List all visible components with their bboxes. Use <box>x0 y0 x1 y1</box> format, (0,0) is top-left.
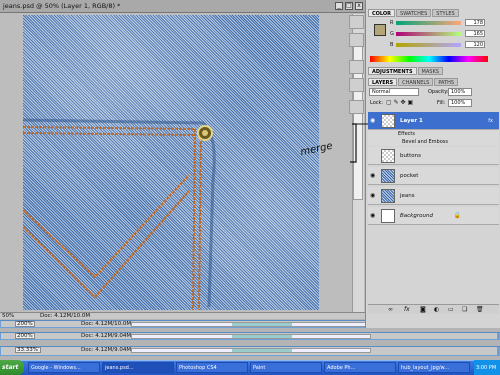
window-zoom: 33.33% <box>17 347 38 353</box>
minimized-window-3[interactable]: 33.33% Doc: 4.12M/9.04M <box>0 346 500 356</box>
layer-row-buttons[interactable]: buttons <box>368 147 499 165</box>
layers-panel-tabs: LAYERS CHANNELS PATHS <box>368 78 459 86</box>
taskbar-item[interactable]: Adobe Ph... <box>324 362 396 373</box>
effects-row[interactable]: Effects <box>368 130 499 138</box>
maximize-button[interactable]: □ <box>345 2 353 10</box>
opacity-label: Opacity: <box>428 89 449 95</box>
layer-thumbnail <box>381 169 395 183</box>
dock-actions-icon[interactable] <box>349 33 364 47</box>
green-label: G <box>390 31 394 37</box>
zoom-level[interactable]: 50% <box>2 313 14 319</box>
doc-size: Doc: 4.12M/10.0M <box>40 313 91 319</box>
close-button[interactable]: x <box>355 2 363 10</box>
blue-slider[interactable] <box>396 43 461 47</box>
eye-icon[interactable]: ◉ <box>370 172 377 179</box>
taskbar-item[interactable]: Photoshop CS4 <box>176 362 248 373</box>
color-spectrum-bar[interactable] <box>370 56 488 62</box>
layer-row-pocket[interactable]: ◉ pocket <box>368 167 499 185</box>
taskbar-item[interactable]: jeans.psd... <box>102 362 174 373</box>
layer-row-background[interactable]: ◉ Background 🔒 <box>368 207 499 225</box>
window-doc-info: Doc: 4.12M/9.04M <box>81 347 132 353</box>
adjustment-icon[interactable]: ◐ <box>434 306 439 313</box>
blend-mode-select[interactable]: Normal <box>369 88 419 96</box>
adjustments-panel-tabs: ADJUSTMENTS MASKS <box>368 67 443 75</box>
dock-history-icon[interactable] <box>349 15 364 29</box>
bevel-emboss-label: Bevel and Emboss <box>402 139 448 145</box>
tab-color[interactable]: COLOR <box>368 9 396 17</box>
tab-channels[interactable]: CHANNELS <box>398 78 434 86</box>
tab-masks[interactable]: MASKS <box>417 67 443 75</box>
layers-bottom-toolbar: ∞ fx ◙ ◐ ▭ ❏ 🗑 <box>368 304 499 314</box>
merge-annotation-text: merge <box>300 141 334 159</box>
lock-label: Lock: <box>370 100 384 106</box>
red-slider[interactable] <box>396 21 461 25</box>
trash-icon[interactable]: 🗑 <box>476 306 484 313</box>
red-value-field[interactable]: 178 <box>465 19 485 26</box>
minimized-window-2[interactable]: 200% Doc: 4.12M/9.04M <box>0 332 500 340</box>
document-status-bar: 50% Doc: 4.12M/10.0M <box>0 312 365 319</box>
tab-swatches[interactable]: SWATCHES <box>396 9 432 17</box>
image-canvas[interactable] <box>23 15 319 310</box>
opacity-field[interactable]: 100% <box>448 88 472 96</box>
window-zoom: 200% <box>17 321 33 327</box>
fill-field[interactable]: 100% <box>448 99 472 107</box>
green-slider-row: G 165 <box>390 30 490 37</box>
start-button[interactable]: start <box>0 360 24 375</box>
layer-name: jeans <box>400 193 415 199</box>
system-clock: 3:00 PM <box>474 360 500 375</box>
blue-value-field[interactable]: 120 <box>465 41 485 48</box>
window-zoom: 200% <box>17 333 33 339</box>
layer-row-jeans[interactable]: ◉ jeans <box>368 187 499 205</box>
jeans-pocket-artwork <box>23 118 216 310</box>
dock-brush-icon[interactable] <box>349 100 364 114</box>
red-label: R <box>390 20 394 26</box>
merge-annotation: merge <box>300 123 368 163</box>
document-title: jeans.psd @ 50% (Layer 1, RGB/8) * <box>3 2 121 10</box>
blue-label: B <box>390 42 394 48</box>
green-slider[interactable] <box>396 32 461 36</box>
layer-thumbnail <box>381 209 395 223</box>
fill-label: Fill: <box>437 100 446 106</box>
color-panel-tabs: COLOR SWATCHES STYLES <box>368 9 459 17</box>
layer-thumbnail <box>381 189 395 203</box>
green-value-field[interactable]: 165 <box>465 30 485 37</box>
layer-name: Layer 1 <box>400 118 423 124</box>
fx-icon[interactable]: fx <box>488 118 493 124</box>
foreground-color-swatch[interactable] <box>374 24 386 36</box>
new-layer-icon[interactable]: ❏ <box>462 306 467 313</box>
fx-button[interactable]: fx <box>404 306 410 313</box>
tab-styles[interactable]: STYLES <box>432 9 459 17</box>
red-slider-row: R 178 <box>390 19 490 26</box>
effects-label: Effects <box>398 131 415 137</box>
layer-thumbnail <box>381 114 395 128</box>
tab-layers[interactable]: LAYERS <box>368 78 398 86</box>
blue-slider-row: B 120 <box>390 41 490 48</box>
tab-adjustments[interactable]: ADJUSTMENTS <box>368 67 417 75</box>
dock-navigator-icon[interactable] <box>349 60 364 74</box>
layer-name: pocket <box>400 173 419 179</box>
window-doc-info: Doc: 4.12M/9.04M <box>81 333 132 339</box>
mask-icon[interactable]: ◙ <box>420 306 426 313</box>
bevel-emboss-row[interactable]: Bevel and Emboss <box>368 138 499 146</box>
layer-name: buttons <box>400 153 422 159</box>
taskbar-item[interactable]: Google - Windows... <box>28 362 100 373</box>
link-icon[interactable]: ∞ <box>388 306 393 313</box>
document-title-bar[interactable]: jeans.psd @ 50% (Layer 1, RGB/8) * _ □ x <box>0 0 365 13</box>
layer-row-layer-1[interactable]: ◉ Layer 1 fx <box>368 112 499 130</box>
lock-icon: 🔒 <box>453 212 461 219</box>
tab-paths[interactable]: PATHS <box>434 78 459 86</box>
layer-thumbnail <box>381 149 395 163</box>
folder-icon[interactable]: ▭ <box>448 306 454 313</box>
minimize-button[interactable]: _ <box>335 2 343 10</box>
lock-icons[interactable]: ▢ ✎ ✥ ▣ <box>386 99 413 106</box>
window-doc-info: Doc: 4.12M/10.0M <box>81 321 132 327</box>
eye-icon[interactable]: ◉ <box>370 212 377 219</box>
eye-icon[interactable]: ◉ <box>370 192 377 199</box>
layer-name: Background <box>400 213 433 219</box>
dock-info-icon[interactable] <box>349 78 364 92</box>
taskbar-item[interactable]: hub_layout_jpg/w... <box>398 362 470 373</box>
taskbar-item[interactable]: Paint <box>250 362 322 373</box>
